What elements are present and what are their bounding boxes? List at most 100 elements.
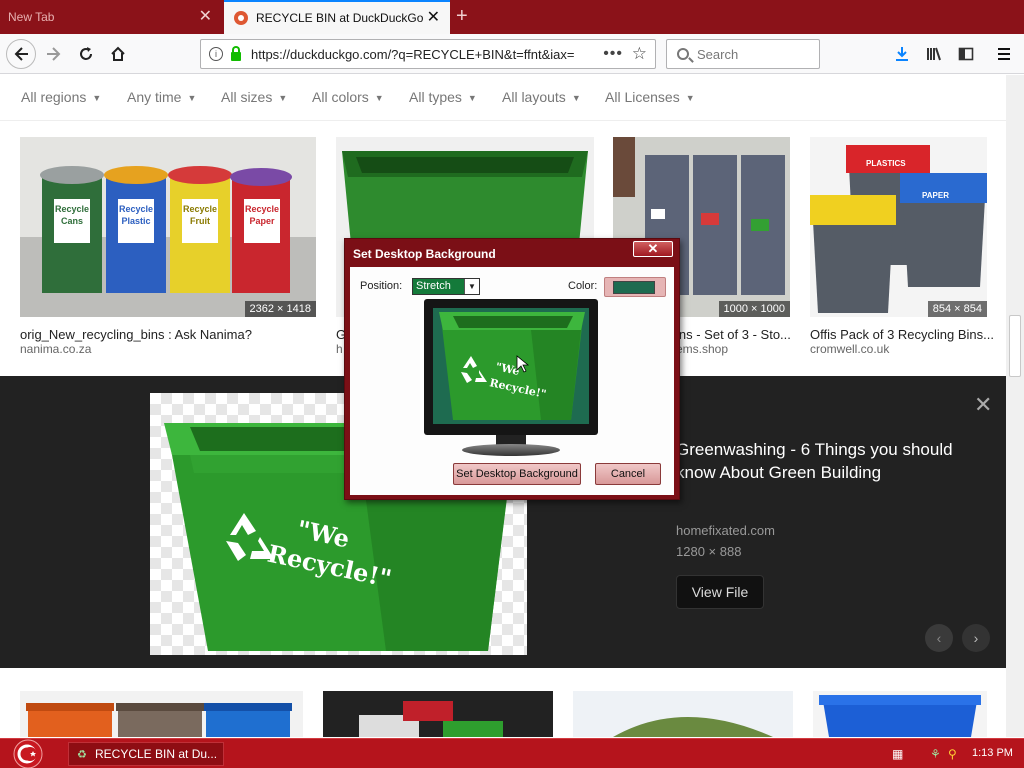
search-tray-icon[interactable]: ⚲: [948, 747, 957, 761]
bin-label-cans: Recycle Cans: [54, 204, 90, 226]
tab-recycle-bin[interactable]: RECYCLE BIN at DuckDuckGo ✕: [224, 0, 450, 34]
tab-strip: New Tab ✕ RECYCLE BIN at DuckDuckGo ✕ +: [0, 0, 1024, 34]
filter-label: All types: [409, 89, 462, 105]
start-button[interactable]: [6, 739, 46, 768]
page-actions-icon[interactable]: •••: [603, 45, 623, 63]
scrollbar-thumb[interactable]: [1009, 315, 1021, 377]
view-file-button[interactable]: View File: [676, 575, 764, 609]
taskbar: ♻ RECYCLE BIN at Du... ▦ ⚘ ⚲ 1:13 PM: [0, 738, 1024, 768]
url-bar[interactable]: i https://duckduckgo.com/?q=RECYCLE+BIN&…: [200, 39, 656, 69]
search-placeholder: Search: [697, 46, 739, 62]
result-image-6[interactable]: [323, 691, 553, 737]
tab-new-tab[interactable]: New Tab ✕: [0, 0, 222, 34]
bin-label-plastic: Recycle Plastic: [118, 204, 154, 226]
forward-arrow-icon[interactable]: [40, 40, 68, 68]
monitor-preview: "We Recycle!": [424, 299, 598, 469]
keyboard-icon[interactable]: ▦: [892, 747, 903, 761]
position-select[interactable]: Stretch ▼: [412, 278, 480, 295]
url-text[interactable]: https://duckduckgo.com/?q=RECYCLE+BIN&t=…: [251, 47, 581, 62]
taskbar-firefox-item[interactable]: ♻ RECYCLE BIN at Du...: [68, 742, 224, 766]
result-domain-3[interactable]: ems.shop: [676, 342, 728, 356]
close-icon[interactable]: ✕: [427, 10, 440, 26]
task-label: RECYCLE BIN at Du...: [95, 747, 218, 761]
image-dimensions: 1000 × 1000: [718, 301, 790, 317]
result-domain-2[interactable]: h: [336, 342, 343, 356]
position-label: Position:: [360, 280, 403, 292]
bins-under-sink-photo: [323, 691, 553, 737]
result-image-5[interactable]: [20, 691, 303, 737]
result-image-8[interactable]: [813, 691, 987, 737]
result-image-4[interactable]: PLASTICS PAPER 854 × 854: [810, 137, 987, 317]
previous-arrow-icon[interactable]: ‹: [925, 624, 953, 652]
result-image-7[interactable]: [573, 691, 793, 737]
page-scrollbar[interactable]: [1006, 75, 1024, 737]
bin-label-paper: Recycle Paper: [244, 204, 280, 226]
back-arrow-icon[interactable]: [6, 39, 36, 69]
bin-label-fruit: Recycle Fruit: [182, 204, 218, 226]
blue-bin-photo: [819, 695, 981, 737]
dialog-title: Set Desktop Background: [353, 247, 496, 261]
dialog-close-button[interactable]: ✕: [633, 241, 673, 257]
clock[interactable]: 1:13 PM: [972, 747, 1013, 759]
caret-down-icon: ▼: [467, 93, 477, 103]
close-icon[interactable]: ✕: [974, 392, 992, 418]
bookmark-star-icon[interactable]: ☆: [632, 44, 647, 64]
position-select-value: Stretch: [416, 280, 451, 292]
tab-label: New Tab: [8, 10, 55, 24]
filter-label: Any time: [127, 89, 182, 105]
wheelie-bins-photo: [26, 703, 292, 737]
sidebar-icon[interactable]: [952, 40, 980, 68]
filter-label: All layouts: [502, 89, 566, 105]
color-picker-button[interactable]: [604, 277, 666, 297]
filter-sizes[interactable]: All sizes ▼: [221, 89, 287, 105]
browser-window: New Tab ✕ RECYCLE BIN at DuckDuckGo ✕ + …: [0, 0, 1024, 768]
monitor-base: [462, 444, 560, 456]
result-title-1[interactable]: orig_New_recycling_bins : Ask Nanima?: [20, 327, 316, 342]
next-arrow-icon[interactable]: ›: [962, 624, 990, 652]
network-icon[interactable]: ⚘: [930, 747, 941, 761]
site-info-icon[interactable]: i: [209, 47, 223, 61]
landfill-hill-photo: [573, 691, 793, 737]
home-icon[interactable]: [104, 40, 132, 68]
filter-bar: All regions ▼ Any time ▼ All sizes ▼ All co…: [0, 75, 1006, 121]
cancel-button[interactable]: Cancel: [595, 463, 661, 485]
color-swatch: [613, 281, 655, 294]
plastics-lid-label: PLASTICS: [866, 159, 906, 168]
dropdown-arrow-icon[interactable]: ▼: [464, 279, 479, 294]
detail-dimensions: 1280 × 888: [676, 544, 742, 559]
app-icon: ♻: [77, 749, 87, 761]
set-desktop-background-button[interactable]: Set Desktop Background: [453, 463, 581, 485]
result-title-4[interactable]: Offis Pack of 3 Recycling Bins...: [810, 327, 995, 342]
close-icon[interactable]: ✕: [199, 9, 212, 25]
filter-licenses[interactable]: All Licenses ▼: [605, 89, 695, 105]
filter-colors[interactable]: All colors ▼: [312, 89, 384, 105]
caret-down-icon: ▼: [92, 93, 102, 103]
start-orb-icon: [13, 739, 43, 768]
recycling-bins-photo: [20, 137, 316, 317]
filter-time[interactable]: Any time ▼: [127, 89, 196, 105]
result-domain-4[interactable]: cromwell.co.uk: [810, 342, 889, 356]
result-domain-1[interactable]: nanima.co.za: [20, 342, 91, 356]
filter-types[interactable]: All types ▼: [409, 89, 477, 105]
filter-regions[interactable]: All regions ▼: [21, 89, 101, 105]
download-icon[interactable]: [888, 40, 916, 68]
reload-icon[interactable]: [72, 40, 100, 68]
library-icon[interactable]: [920, 40, 948, 68]
preview-bin-image: "We Recycle!": [439, 312, 585, 420]
result-image-1[interactable]: Recycle Cans Recycle Plastic Recycle Fru…: [20, 137, 316, 317]
paper-lid-label: PAPER: [922, 191, 949, 200]
search-bar[interactable]: Search: [666, 39, 820, 69]
set-desktop-background-dialog: Set Desktop Background ✕ Position: Stret…: [344, 238, 680, 500]
filter-label: All regions: [21, 89, 87, 105]
dialog-body: Position: Stretch ▼ Color: "We Recycle!"…: [350, 267, 674, 495]
caret-down-icon: ▼: [685, 93, 695, 103]
image-dimensions: 854 × 854: [927, 301, 987, 317]
new-tab-plus-icon[interactable]: +: [456, 5, 468, 27]
filter-label: All Licenses: [605, 89, 680, 105]
hamburger-menu-icon[interactable]: [990, 40, 1018, 68]
detail-domain[interactable]: homefixated.com: [676, 523, 775, 538]
tab-label: RECYCLE BIN at DuckDuckGo: [256, 11, 424, 25]
filter-layouts[interactable]: All layouts ▼: [502, 89, 581, 105]
result-title-3[interactable]: ins - Set of 3 - Sto...: [676, 327, 794, 342]
detail-title[interactable]: Greenwashing - 6 Things you should know …: [676, 438, 956, 484]
